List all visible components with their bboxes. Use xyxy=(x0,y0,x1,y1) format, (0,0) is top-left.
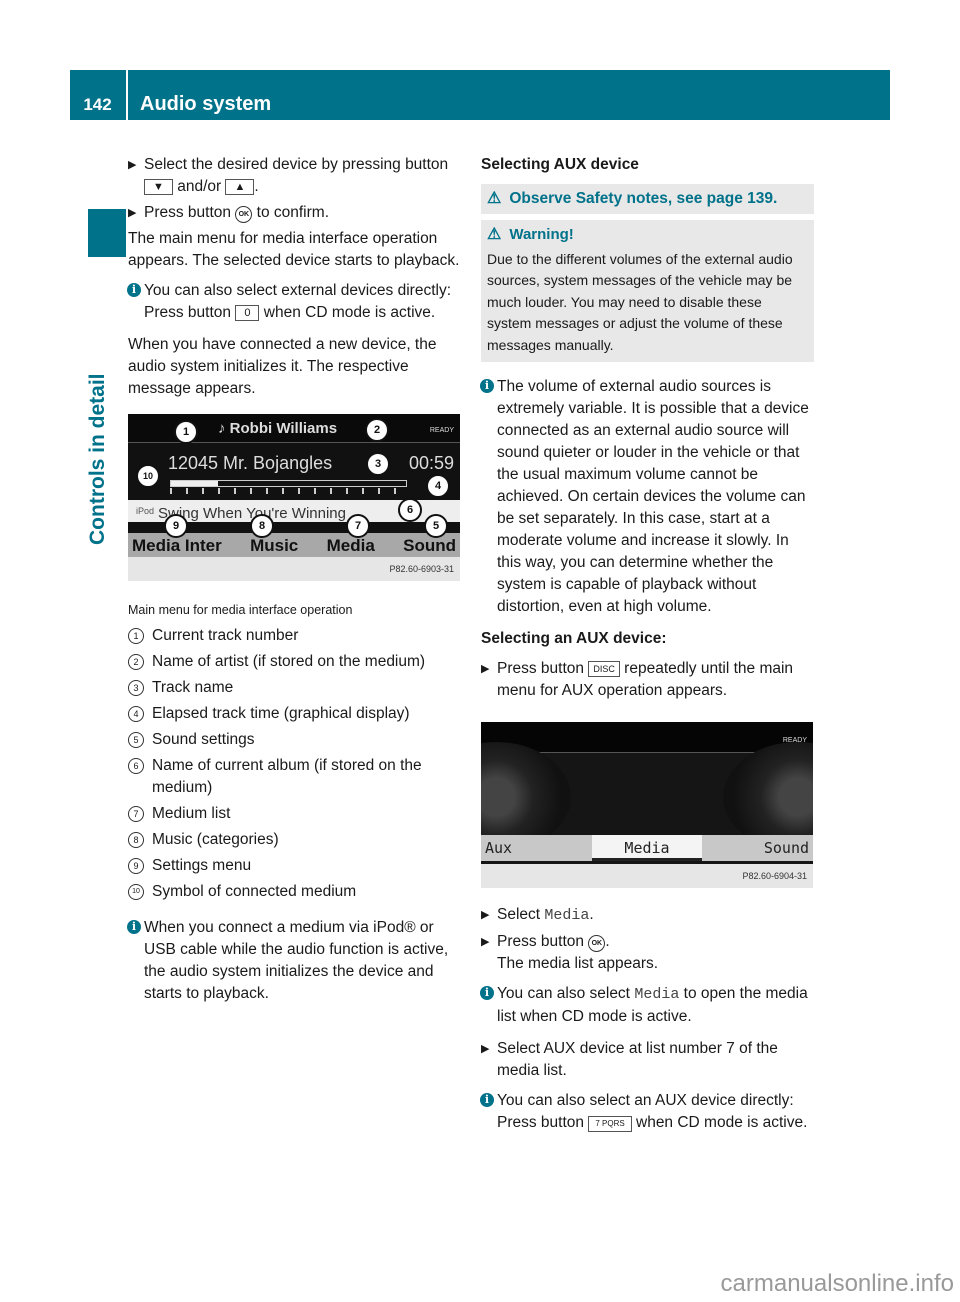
callout-2: 2 xyxy=(365,418,389,442)
page-number: 142 xyxy=(83,95,112,114)
medium-symbol: iPod xyxy=(136,506,155,516)
info-icon: i xyxy=(480,1093,494,1107)
legend-item: 8 Music (categories) xyxy=(128,829,463,851)
figure-code: P82.60-6904-31 xyxy=(481,864,813,888)
screen-menu-bar: Aux Media Sound xyxy=(481,835,813,861)
step-select-device: ▶ Select the desired device by pressing … xyxy=(128,156,449,195)
callout-1: 1 xyxy=(174,420,198,444)
step-arrow-icon: ▶ xyxy=(481,909,490,921)
legend-item: 10 Symbol of connected medium xyxy=(128,881,463,903)
zero-button: 0 xyxy=(235,305,260,321)
menu-aux: Aux xyxy=(485,839,513,857)
legend-item: 7 Medium list xyxy=(128,803,463,825)
step-confirm: ▶ Press button OK to confirm. xyxy=(128,202,463,224)
callout-6: 6 xyxy=(398,498,422,522)
warning-title: Warning! xyxy=(509,226,574,243)
callout-5: 5 xyxy=(424,514,448,538)
warning-box: ⚠ Warning! Due to the different volumes o… xyxy=(481,220,814,362)
legend-item: 2 Name of artist (if stored on the medium… xyxy=(128,651,463,673)
elapsed-time: 00:59 xyxy=(408,453,454,473)
step-press-ok: ▶ Press button OK. The media list appear… xyxy=(481,933,659,972)
step-arrow-icon: ▶ xyxy=(481,663,490,675)
step-press-disc: ▶ Press button DISC repeatedly until the… xyxy=(481,660,794,699)
aux-menu-screenshot: READY Aux Media Sound P82.60-6904-31 xyxy=(481,722,813,888)
watermark: carmanualsonline.info xyxy=(720,1270,954,1297)
menu-media: Media xyxy=(326,536,375,555)
section-heading: Selecting an AUX device: xyxy=(481,630,667,647)
page-header: 142 Audio system xyxy=(70,70,890,120)
callout-3: 3 xyxy=(366,452,390,476)
info-note: i When you connect a medium via iPod® or… xyxy=(127,917,463,1005)
safety-caution: ⚠ Observe Safety notes, see page 139. xyxy=(481,184,814,214)
ok-button-icon: OK xyxy=(235,206,253,223)
menu-sound: Sound xyxy=(763,839,810,857)
callout-10: 10 xyxy=(136,464,160,488)
legend-item: 9 Settings menu xyxy=(128,855,463,877)
callout-4: 4 xyxy=(426,474,450,498)
paragraph: The main menu for media interface operat… xyxy=(128,230,460,269)
info-note: i The volume of external audio sources i… xyxy=(480,376,814,618)
up-button: ▲ xyxy=(225,179,255,195)
section-label: Controls in detail xyxy=(86,373,109,545)
menu-music: Music xyxy=(250,536,299,555)
info-icon: i xyxy=(127,283,141,297)
step-arrow-icon: ▶ xyxy=(128,207,137,219)
legend-item: 1 Current track number xyxy=(128,625,463,647)
info-note: i You can also select Media to open the … xyxy=(480,983,814,1028)
progress-fill xyxy=(171,481,218,486)
warning-triangle-icon: ⚠ xyxy=(487,226,502,243)
right-column: Selecting AUX device ⚠ Observe Safety not… xyxy=(480,154,814,1144)
step-arrow-icon: ▶ xyxy=(481,936,490,948)
callout-7: 7 xyxy=(346,514,370,538)
step-select-aux: ▶ Select AUX device at list number 7 of … xyxy=(481,1040,778,1079)
seven-pqrs-button: 7 PQRS xyxy=(588,1116,632,1132)
menu-media-selected: Media xyxy=(591,835,703,861)
track-progress-bar xyxy=(170,480,407,487)
ok-button-icon: OK xyxy=(588,935,606,952)
step-arrow-icon: ▶ xyxy=(128,159,137,171)
callout-9: 9 xyxy=(164,514,188,538)
step-result: The media list appears. xyxy=(497,955,659,972)
legend-item: 5 Sound settings xyxy=(128,729,463,751)
info-icon: i xyxy=(480,986,494,1000)
left-column: ▶ Select the desired device by pressing … xyxy=(127,154,463,1015)
paragraph: When you have connected a new device, th… xyxy=(128,336,437,397)
page-title: Audio system xyxy=(140,93,272,115)
section-heading: Selecting AUX device xyxy=(481,156,639,173)
phone-ready-indicator: READY xyxy=(429,427,454,434)
disc-button: DISC xyxy=(588,661,620,677)
figure-caption: Main menu for media interface operation xyxy=(128,603,353,617)
media-interface-screenshot: ♪ Robbi Williams READY 12045 Mr. Bojangl… xyxy=(128,414,460,581)
legend-item: 4 Elapsed track time (graphical display) xyxy=(128,703,463,725)
figure-code: P82.60-6903-31 xyxy=(128,557,460,581)
track-title: 12045 Mr. Bojangles xyxy=(168,453,333,473)
step-select-media: ▶ Select Media. xyxy=(481,906,594,924)
progress-ticks xyxy=(170,488,405,494)
info-icon: i xyxy=(480,379,494,393)
header-divider xyxy=(126,70,128,120)
callout-legend: 1 Current track number 2 Name of artist (i… xyxy=(128,625,463,903)
step-arrow-icon: ▶ xyxy=(481,1043,490,1055)
info-icon: i xyxy=(127,920,141,934)
down-button: ▼ xyxy=(144,179,173,195)
warning-text: Due to the different volumes of the exte… xyxy=(487,250,793,353)
info-note: i You can also select an AUX device dire… xyxy=(480,1090,814,1134)
artist-name: ♪ Robbi Williams xyxy=(218,420,338,437)
warning-triangle-icon: ⚠ xyxy=(487,190,502,207)
legend-item: 6 Name of current album (if stored on the… xyxy=(128,755,463,799)
callout-8: 8 xyxy=(250,514,274,538)
section-marker xyxy=(88,209,126,257)
legend-item: 3 Track name xyxy=(128,677,463,699)
info-note: i You can also select external devices d… xyxy=(127,280,463,324)
